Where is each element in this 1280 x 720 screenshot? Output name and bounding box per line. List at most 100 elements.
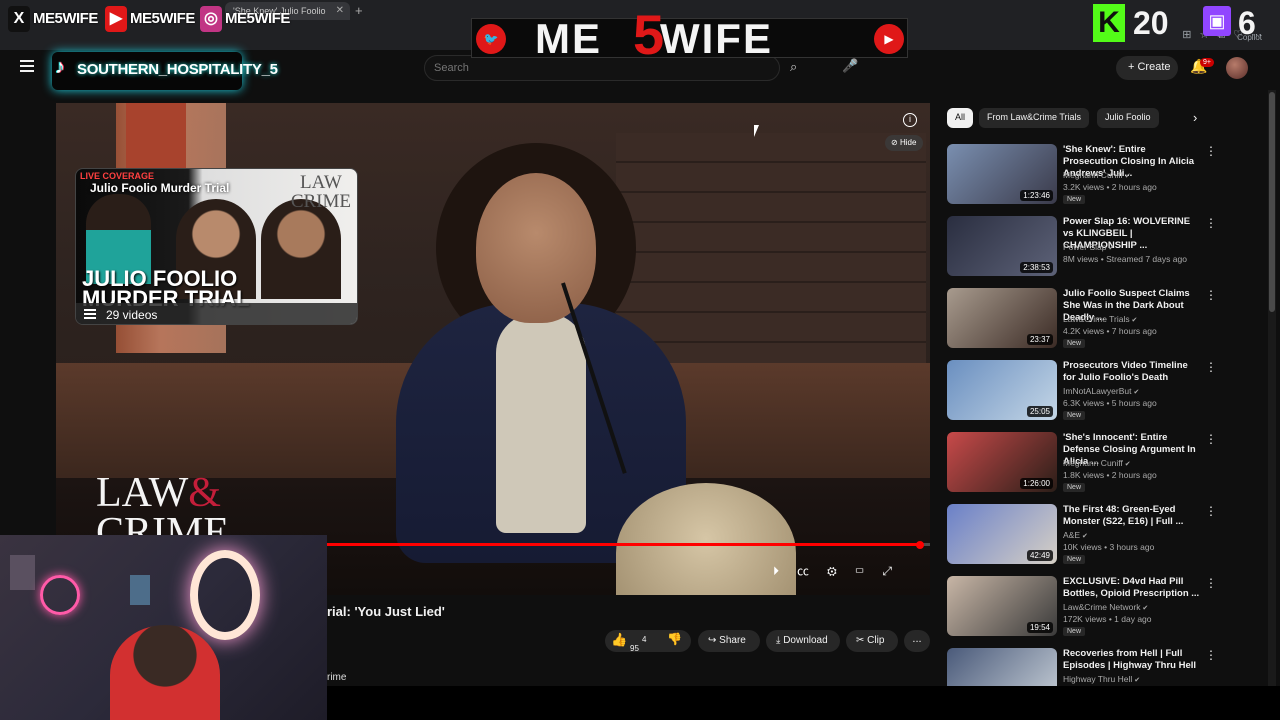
chip-1[interactable]: From Law&Crime Trials bbox=[979, 108, 1090, 128]
youtube-icon: ▶ bbox=[874, 24, 904, 54]
video-title: rial: 'You Just Lied' bbox=[327, 604, 445, 619]
verified-icon: ✔ bbox=[1140, 605, 1149, 612]
recommendation-item[interactable]: 23:37 Julio Foolio Suspect Claims She Was… bbox=[947, 288, 1247, 352]
video-meta: 3.2K views • 2 hours ago bbox=[1063, 182, 1157, 192]
bottom-bar bbox=[327, 686, 1280, 720]
channel-name[interactable]: A&E ✔ bbox=[1063, 530, 1088, 540]
witness-shirt bbox=[496, 313, 586, 533]
avatar[interactable] bbox=[1226, 57, 1248, 79]
verified-icon: ✔ bbox=[1132, 677, 1141, 684]
video-title[interactable]: The First 48: Green-Eyed Monster (S22, E… bbox=[1063, 504, 1201, 528]
video-meta: 4.2K views • 7 hours ago bbox=[1063, 326, 1157, 336]
video-thumbnail[interactable]: 19:54 bbox=[947, 576, 1057, 636]
verified-icon: ✔ bbox=[1080, 533, 1088, 540]
more-options-icon[interactable]: ⋮ bbox=[1205, 360, 1217, 374]
live-coverage-label: LIVE COVERAGE bbox=[80, 171, 155, 181]
video-thumbnail[interactable]: 42:49 bbox=[947, 504, 1057, 564]
recommendation-item[interactable]: 2:38:53 Power Slap 16: WOLVERINE vs KLING… bbox=[947, 216, 1247, 280]
autoplay-toggle-icon[interactable]: ⏵ bbox=[773, 564, 797, 578]
verified-icon: ✔ bbox=[1122, 173, 1131, 180]
more-options-icon[interactable]: ⋮ bbox=[1205, 144, 1217, 158]
channel-name[interactable]: Highway Thru Hell ✔ bbox=[1063, 674, 1140, 684]
video-duration: 23:37 bbox=[1026, 334, 1053, 345]
channel-name[interactable]: ImNotALawyerBut ✔ bbox=[1063, 386, 1139, 396]
search-icon[interactable]: ⌕ bbox=[790, 59, 797, 75]
recommendation-item[interactable]: 19:54 EXCLUSIVE: D4vd Had Pill Bottles, O… bbox=[947, 576, 1247, 640]
playlist-icon bbox=[84, 309, 96, 321]
streamer-webcam bbox=[0, 535, 327, 720]
verified-icon: ✔ bbox=[1106, 245, 1115, 252]
channel-name[interactable]: Meghann Cuniff ✔ bbox=[1063, 170, 1131, 180]
streamer bbox=[110, 625, 220, 720]
video-meta: 6.3K views • 5 hours ago bbox=[1063, 398, 1157, 408]
hide-button[interactable]: ⊘ Hide bbox=[885, 135, 923, 151]
video-thumbnail[interactable]: 2:38:53 bbox=[947, 216, 1057, 276]
fullscreen-icon[interactable]: ⤢ bbox=[882, 564, 910, 578]
video-thumbnail[interactable]: 23:37 bbox=[947, 288, 1057, 348]
recommendation-item[interactable]: 42:49 The First 48: Green-Eyed Monster (S… bbox=[947, 504, 1247, 568]
video-duration: 1:26:00 bbox=[1020, 478, 1053, 489]
video-title[interactable]: Prosecutors Video Timeline for Julio Foo… bbox=[1063, 360, 1201, 384]
wall-poster-2 bbox=[130, 575, 150, 605]
chevron-right-icon[interactable]: › bbox=[1193, 110, 1197, 125]
tab-close-icon[interactable]: ✕ bbox=[336, 5, 344, 16]
create-label: Create bbox=[1137, 61, 1171, 73]
like-sup-count: 4 bbox=[642, 635, 647, 644]
more-options-icon[interactable]: ⋮ bbox=[1205, 576, 1217, 590]
channel-name[interactable]: Meghann Cuniff ✔ bbox=[1063, 458, 1131, 468]
clip-button[interactable]: ✂ Clip bbox=[846, 630, 898, 652]
twitter-icon: 🐦 bbox=[476, 24, 506, 54]
share-button[interactable]: ↪ Share bbox=[698, 630, 760, 652]
playlist-card[interactable]: LIVE COVERAGE Julio Foolio Murder Trial … bbox=[75, 168, 358, 325]
tiktok-icon: ♪ bbox=[55, 56, 65, 78]
scrollbar-thumb[interactable] bbox=[1269, 92, 1275, 312]
channel-name-text: Meghann Cuniff bbox=[1063, 458, 1123, 468]
hamburger-menu-icon[interactable] bbox=[20, 60, 34, 72]
new-tab-icon[interactable]: + bbox=[355, 3, 363, 18]
new-badge: New bbox=[1063, 411, 1086, 420]
channel-name-text: Law&Crime Trials bbox=[1063, 314, 1130, 324]
recommendation-item[interactable]: 1:23:46 'She Knew': Entire Prosecution Cl… bbox=[947, 144, 1247, 208]
video-thumbnail[interactable]: 1:26:00 bbox=[947, 432, 1057, 492]
x-logo-icon: X bbox=[8, 6, 30, 32]
video-title[interactable]: EXCLUSIVE: D4vd Had Pill Bottles, Opioid… bbox=[1063, 576, 1201, 600]
video-duration: 2:38:53 bbox=[1020, 262, 1053, 273]
channel-name[interactable]: Law&Crime Network ✔ bbox=[1063, 602, 1148, 612]
captions-icon[interactable]: ㏄ bbox=[797, 564, 827, 578]
microphone-icon[interactable]: 🎤 bbox=[842, 58, 858, 74]
more-options-icon[interactable]: ⋮ bbox=[1205, 216, 1217, 230]
more-options-icon[interactable]: ⋮ bbox=[1205, 288, 1217, 302]
youtube-logo-icon: ▶ bbox=[105, 6, 127, 32]
more-actions-button[interactable]: ... bbox=[904, 630, 930, 652]
theater-mode-icon[interactable]: ▭ bbox=[855, 564, 883, 578]
download-button[interactable]: ⤓ Download bbox=[766, 630, 840, 652]
wall-panel bbox=[616, 133, 926, 373]
chip-2[interactable]: Julio Foolio bbox=[1097, 108, 1159, 128]
recommendation-item[interactable]: 1:26:00 'She's Innocent': Entire Defense … bbox=[947, 432, 1247, 496]
thumbs-down-icon[interactable]: 👎 bbox=[667, 632, 682, 646]
channel-name[interactable]: Power Slap ✔ bbox=[1063, 242, 1114, 252]
chip-0[interactable]: All bbox=[947, 108, 974, 128]
playlist-video-count: 29 videos bbox=[106, 308, 158, 322]
hide-label: Hide bbox=[899, 138, 917, 147]
new-badge: New bbox=[1063, 483, 1086, 492]
create-button[interactable]: + Create bbox=[1116, 56, 1178, 80]
video-title[interactable]: Recoveries from Hell | Full Episodes | H… bbox=[1063, 648, 1201, 672]
video-thumbnail[interactable]: 1:23:46 bbox=[947, 144, 1057, 204]
video-thumbnail[interactable]: 25:05 bbox=[947, 360, 1057, 420]
settings-gear-icon[interactable]: ⚙ bbox=[827, 564, 855, 578]
channel-name-text: Highway Thru Hell bbox=[1063, 674, 1133, 684]
more-options-icon[interactable]: ⋮ bbox=[1205, 648, 1217, 662]
player-controls[interactable]: ⏵㏄⚙▭⤢ bbox=[773, 562, 910, 579]
social-handle: ME5WIFE bbox=[130, 10, 195, 27]
kick-logo-icon: K bbox=[1093, 4, 1125, 42]
more-options-icon[interactable]: ⋮ bbox=[1205, 504, 1217, 518]
recommendation-item[interactable]: 25:05 Prosecutors Video Timeline for Juli… bbox=[947, 360, 1247, 424]
channel-name[interactable]: Law&Crime Trials ✔ bbox=[1063, 314, 1137, 324]
more-options-icon[interactable]: ⋮ bbox=[1205, 432, 1217, 446]
info-icon[interactable]: i bbox=[903, 113, 917, 127]
clip-label: Clip bbox=[867, 635, 885, 646]
thumbs-up-icon[interactable]: 👍 bbox=[611, 632, 627, 648]
channel-name[interactable]: rime bbox=[327, 672, 346, 683]
mouse-cursor bbox=[754, 125, 764, 137]
